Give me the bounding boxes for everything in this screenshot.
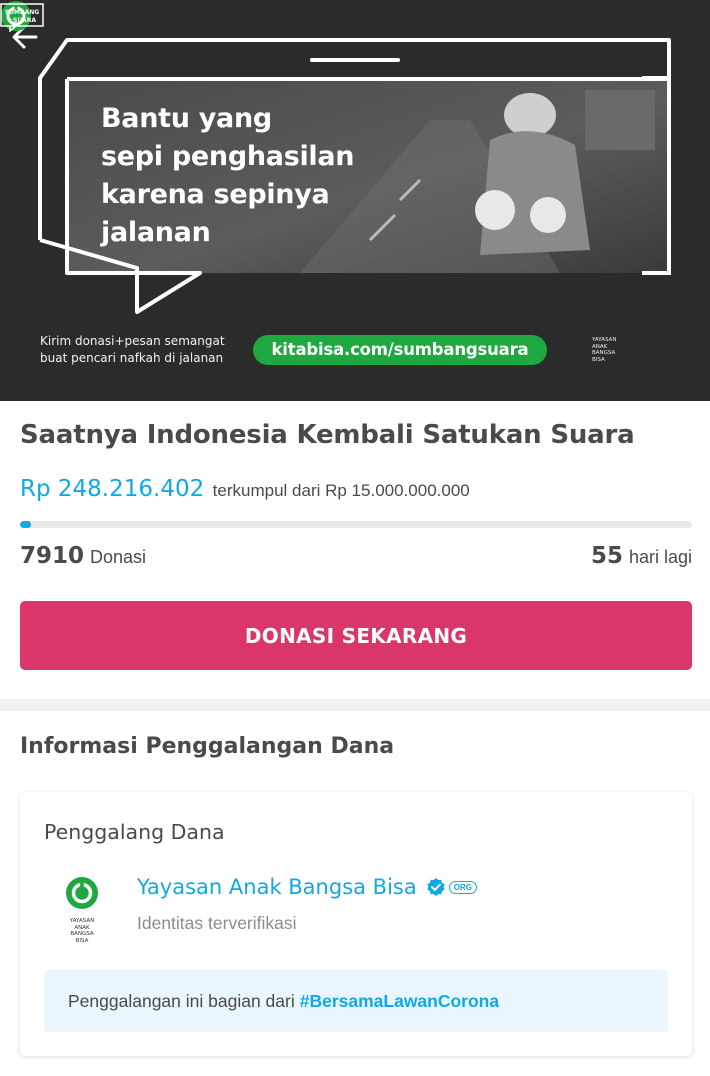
- donation-progress-fill: [20, 521, 32, 528]
- fundraising-info-heading: Informasi Penggalangan Dana: [20, 734, 395, 759]
- banner-org-line: YAYASAN: [592, 337, 617, 343]
- campaign-note-text: Penggalangan ini bagian dari: [68, 990, 295, 1011]
- org-avatar[interactable]: YAYASAN ANAK BANGSA BISA: [60, 876, 104, 944]
- banner-headline-line: Bantu yang: [101, 103, 272, 134]
- svg-text:+SUARA: +SUARA: [8, 17, 36, 24]
- amount-line: Rp 248.216.402 terkumpul dari Rp 15.000.…: [20, 476, 470, 502]
- banner-url-pill: kitabisa.com/sumbangsuara: [253, 335, 547, 365]
- yayasan-logo-icon: [66, 877, 98, 909]
- org-name-link[interactable]: Yayasan Anak Bangsa Bisa: [137, 875, 417, 899]
- fundraiser-card: Penggalang Dana YAYASAN ANAK BANGSA BISA…: [20, 792, 692, 1056]
- donation-count: 7910: [20, 543, 85, 569]
- sumbang-suara-logo-icon: SUMBANG +SUARA: [0, 3, 44, 32]
- campaign-stats: 7910 Donasi 55 hari lagi: [20, 543, 692, 569]
- campaign-banner: Bantu yang sepi penghasilan karena sepin…: [0, 0, 710, 401]
- donation-count-stat: 7910 Donasi: [20, 543, 146, 569]
- fundraiser-heading: Penggalang Dana: [44, 820, 225, 844]
- banner-org-line: BANGSA: [592, 350, 616, 356]
- org-name-row: Yayasan Anak Bangsa Bisa ORG: [137, 875, 477, 899]
- days-left-stat: 55 hari lagi: [591, 543, 692, 569]
- days-left-count: 55: [590, 543, 623, 569]
- banner-headline-line: jalanan: [101, 217, 211, 248]
- hashtag-link[interactable]: #BersamaLawanCorona: [300, 991, 499, 1012]
- banner-caption-line: buat pencari nafkah di jalanan: [40, 351, 224, 365]
- donate-now-button[interactable]: DONASI SEKARANG: [20, 601, 692, 670]
- donation-progress-bar: [20, 521, 692, 528]
- banner-headline-line: sepi penghasilan: [101, 141, 355, 172]
- verified-check-icon: [426, 877, 446, 897]
- banner-headline-line: karena sepinya: [101, 179, 330, 210]
- org-logo-text: YAYASAN ANAK BANGSA BISA: [60, 918, 104, 944]
- banner-headline: Bantu yang sepi penghasilan karena sepin…: [101, 100, 421, 252]
- svg-text:SUMBANG: SUMBANG: [5, 9, 39, 16]
- campaign-title: Saatnya Indonesia Kembali Satukan Suara: [20, 420, 635, 450]
- banner-caption: Kirim donasi+pesan semangat buat pencari…: [40, 333, 225, 367]
- org-type-badge: ORG: [448, 880, 477, 894]
- banner-org-line: BISA: [592, 356, 605, 363]
- amount-collected: Rp 248.216.402: [20, 476, 205, 502]
- donation-label: Donasi: [90, 547, 147, 567]
- section-divider: [0, 699, 710, 711]
- banner-caption-line: Kirim donasi+pesan semangat: [40, 334, 225, 348]
- banner-org-name: YAYASAN ANAK BANGSA BISA: [592, 337, 616, 363]
- days-left-label: hari lagi: [628, 547, 692, 567]
- campaign-note-banner: Penggalangan ini bagian dari #BersamaLaw…: [44, 970, 668, 1032]
- org-logo-line: BISA: [75, 937, 89, 944]
- org-verification-status: Identitas terverifikasi: [137, 913, 297, 933]
- amount-target: terkumpul dari Rp 15.000.000.000: [212, 481, 470, 500]
